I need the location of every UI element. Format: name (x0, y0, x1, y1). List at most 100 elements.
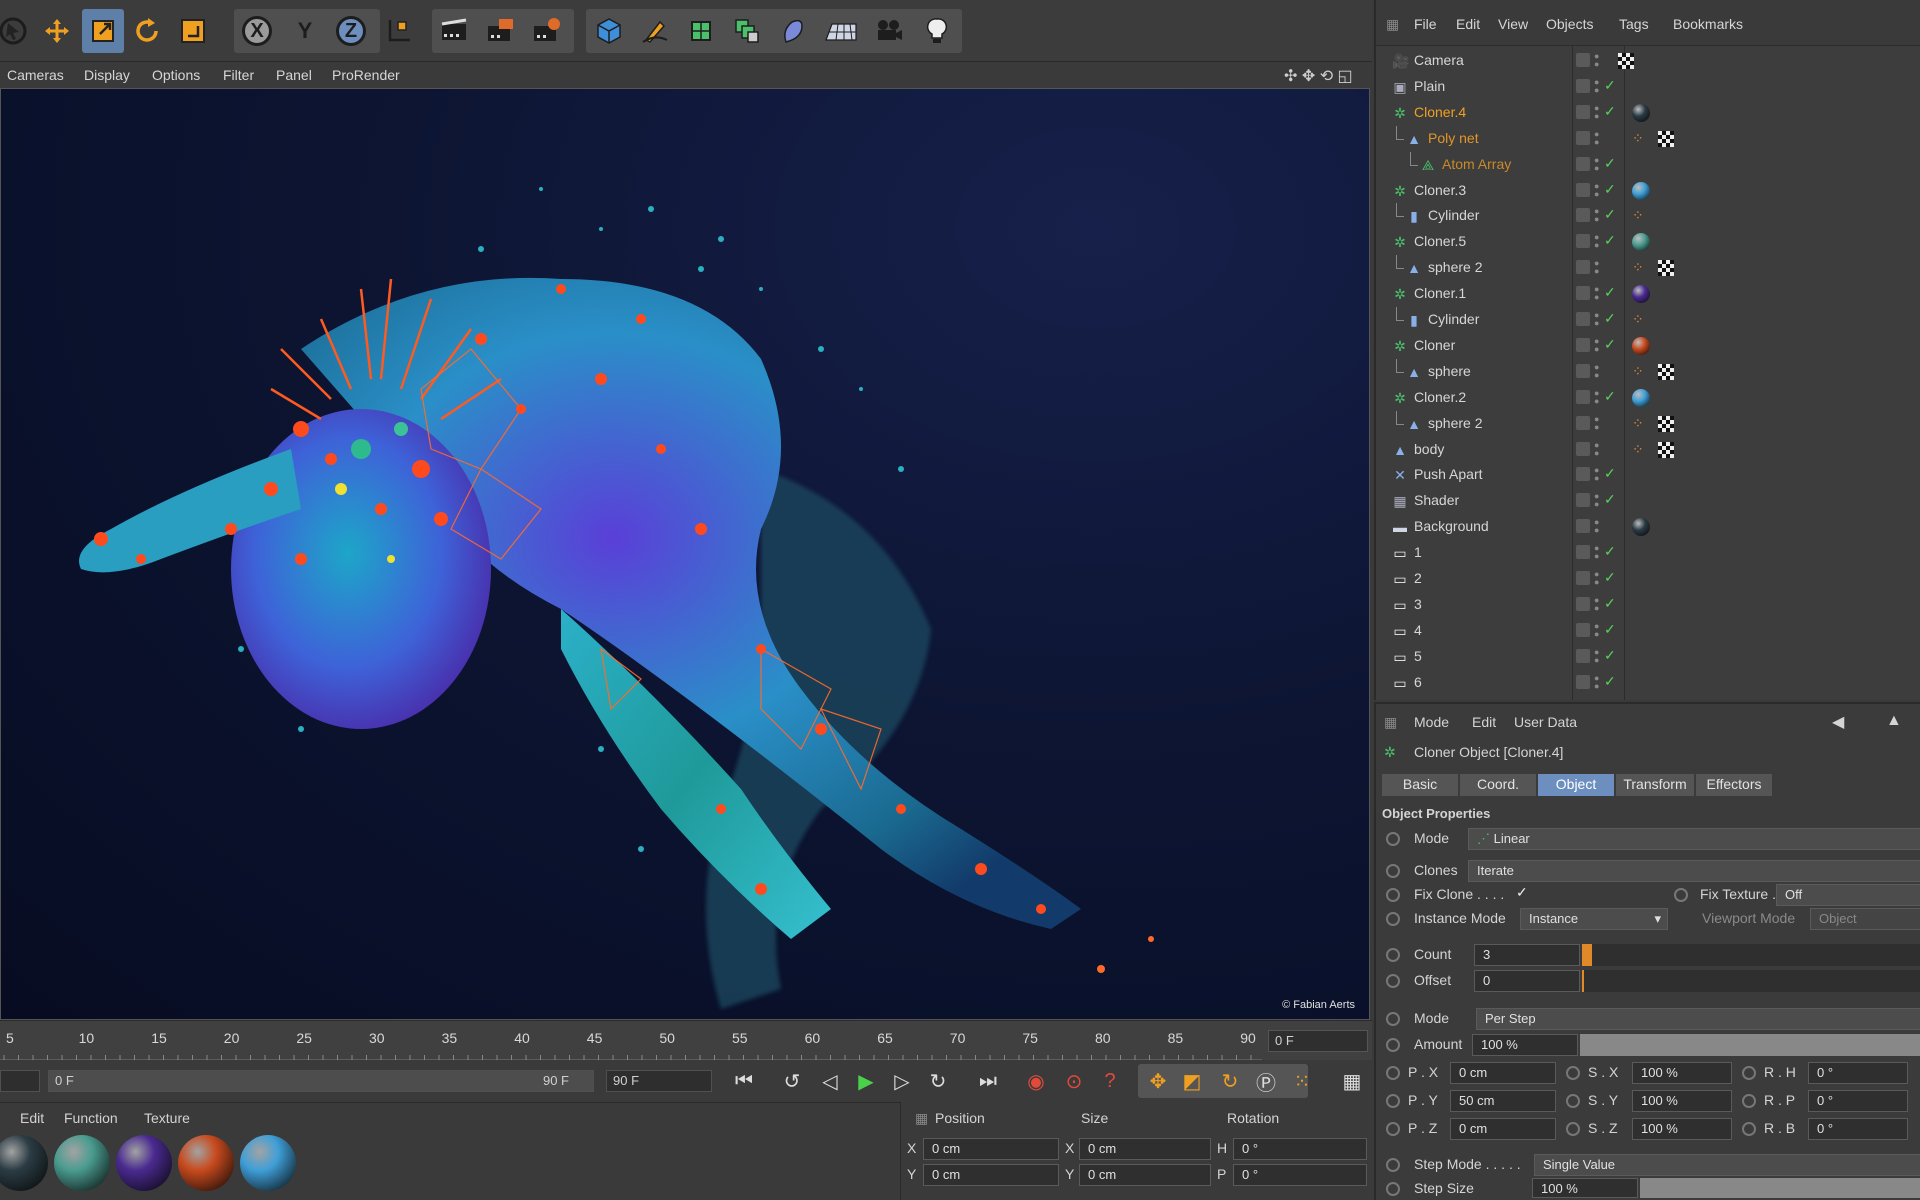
material-tag-icon[interactable] (1632, 285, 1650, 304)
animate-radio[interactable] (1566, 1094, 1580, 1108)
offset-field[interactable]: 0 (1474, 970, 1580, 992)
scale-key-icon[interactable]: ◩ (1176, 1066, 1208, 1096)
animate-radio[interactable] (1386, 948, 1400, 962)
animate-radio[interactable] (1386, 912, 1400, 926)
material-tag-icon[interactable] (1632, 181, 1650, 200)
grip-icon[interactable]: ▦ (915, 1110, 928, 1127)
mode-dropdown[interactable]: ⋰ Linear (1468, 828, 1920, 850)
floor-icon[interactable] (820, 9, 862, 53)
uvw-tag-icon[interactable] (1658, 441, 1674, 458)
go-to-end-icon[interactable]: ⏭ (972, 1066, 1004, 1096)
object-name[interactable]: Background (1414, 518, 1489, 534)
object-name[interactable]: Camera (1414, 52, 1464, 68)
enabled-check-icon[interactable]: ✓ (1604, 491, 1616, 508)
grip-icon[interactable]: ▦ (1386, 16, 1399, 33)
enabled-check-icon[interactable]: ✓ (1604, 336, 1616, 353)
visibility-dots-icon[interactable]: ● ● (1594, 103, 1599, 120)
enabled-check-icon[interactable]: ✓ (1604, 310, 1616, 327)
om-menu-bookmarks[interactable]: Bookmarks (1673, 16, 1743, 32)
last-tool-icon[interactable] (172, 9, 214, 53)
animate-radio[interactable] (1386, 1094, 1400, 1108)
animate-radio[interactable] (1742, 1122, 1756, 1136)
animate-radio[interactable] (1386, 1038, 1400, 1052)
offset-slider[interactable] (1582, 970, 1920, 992)
visibility-dots-icon[interactable]: ● ● (1594, 233, 1599, 250)
tab-coord[interactable]: Coord. (1460, 774, 1536, 796)
layer-icon[interactable] (1576, 78, 1590, 93)
object-row[interactable]: ▮ Cylinder ● ● ✓ ⁘ (1376, 307, 1920, 333)
enabled-check-icon[interactable]: ✓ (1604, 569, 1616, 586)
amount-slider[interactable] (1580, 1034, 1920, 1056)
phong-tag-icon[interactable]: ⁘ (1632, 207, 1644, 224)
array-icon[interactable] (726, 9, 768, 53)
layer-icon[interactable] (1576, 337, 1590, 352)
object-name[interactable]: 5 (1414, 648, 1422, 664)
layer-icon[interactable] (1576, 260, 1590, 275)
visibility-dots-icon[interactable]: ● ● (1594, 544, 1599, 561)
layer-icon[interactable] (1576, 545, 1590, 560)
layer-icon[interactable] (1576, 312, 1590, 326)
parameter-key-icon[interactable]: Ⓟ (1250, 1066, 1282, 1096)
x-axis-icon[interactable]: X (236, 9, 278, 53)
layer-icon[interactable] (1576, 622, 1590, 637)
object-row[interactable]: ▲ sphere 2 ● ● ⁘ (1376, 255, 1920, 281)
enabled-check-icon[interactable]: ✓ (1604, 232, 1616, 249)
next-frame-icon[interactable]: ▷ (886, 1066, 918, 1096)
object-row[interactable]: ✲ Cloner.4 ● ● ✓ (1376, 100, 1920, 126)
world-coord-icon[interactable] (378, 9, 420, 53)
object-row[interactable]: ▣ Plain ● ● ✓ (1376, 74, 1920, 100)
step-size-slider[interactable] (1640, 1178, 1920, 1198)
enabled-check-icon[interactable]: ✓ (1604, 543, 1616, 560)
cube-icon[interactable] (588, 9, 630, 53)
object-name[interactable]: Push Apart (1414, 466, 1483, 482)
auto-keying-icon[interactable]: ⊙ (1058, 1066, 1090, 1096)
om-menu-view[interactable]: View (1498, 16, 1528, 32)
render-picture-viewer-icon[interactable] (480, 9, 522, 53)
preview-range-slider[interactable]: 0 F 90 F (48, 1070, 594, 1092)
visibility-dots-icon[interactable]: ● ● (1594, 621, 1599, 638)
tab-transform[interactable]: Transform (1616, 774, 1694, 796)
tab-basic[interactable]: Basic (1382, 774, 1458, 796)
scale-icon[interactable] (82, 9, 124, 53)
visibility-dots-icon[interactable]: ● ● (1594, 52, 1599, 69)
object-row[interactable]: ▲ Poly net ● ● ⁘ (1376, 125, 1920, 152)
menu-cameras[interactable]: Cameras (7, 67, 64, 83)
coord-rot-h-field[interactable]: 0 ° (1233, 1138, 1367, 1160)
material-tag-icon[interactable] (1632, 388, 1650, 407)
layer-icon[interactable] (1576, 674, 1590, 689)
visibility-dots-icon[interactable]: ● ● (1594, 155, 1599, 172)
scale-y-field[interactable]: 100 % (1632, 1090, 1732, 1112)
visibility-dots-icon[interactable]: ● ● (1594, 492, 1599, 509)
start-frame-field[interactable] (0, 1070, 40, 1092)
object-name[interactable]: Cloner.2 (1414, 389, 1466, 405)
object-row[interactable]: ✲ Cloner.2 ● ● ✓ (1376, 385, 1920, 411)
rotate-icon[interactable] (126, 9, 168, 53)
object-name[interactable]: Cloner.5 (1414, 233, 1466, 249)
layer-icon[interactable] (1576, 493, 1590, 508)
am-menu-mode[interactable]: Mode (1414, 714, 1449, 730)
layer-icon[interactable] (1576, 441, 1590, 456)
move-icon[interactable] (36, 9, 78, 53)
object-name[interactable]: 3 (1414, 596, 1422, 612)
layer-icon[interactable] (1576, 286, 1590, 301)
object-row[interactable]: ⟁ Atom Array ● ● ✓ (1376, 151, 1920, 178)
uvw-tag-icon[interactable] (1658, 130, 1674, 147)
visibility-dots-icon[interactable]: ● ● (1594, 440, 1599, 457)
step-mode-dropdown[interactable]: Per Step (1476, 1008, 1920, 1030)
animate-radio[interactable] (1566, 1122, 1580, 1136)
object-row[interactable]: ✲ Cloner.5 ● ● ✓ (1376, 229, 1920, 255)
object-row[interactable]: 🎥 Camera ● ● (1376, 48, 1920, 74)
layer-icon[interactable] (1576, 130, 1590, 145)
keyframe-selection-icon[interactable]: ? (1094, 1066, 1126, 1096)
layer-icon[interactable] (1576, 389, 1590, 404)
go-to-start-icon[interactable]: ⏮ (728, 1066, 760, 1096)
animate-radio[interactable] (1386, 888, 1400, 902)
z-axis-icon[interactable]: Z (330, 9, 372, 53)
object-row[interactable]: ▭ 1 ● ● ✓ (1376, 540, 1920, 566)
object-row[interactable]: ▬ Background ● ● (1376, 514, 1920, 540)
visibility-dots-icon[interactable]: ● ● (1594, 647, 1599, 664)
animate-radio[interactable] (1386, 1066, 1400, 1080)
visibility-dots-icon[interactable]: ● ● (1594, 207, 1599, 224)
visibility-dots-icon[interactable]: ● ● (1594, 570, 1599, 587)
clones-dropdown[interactable]: Iterate (1468, 860, 1920, 882)
